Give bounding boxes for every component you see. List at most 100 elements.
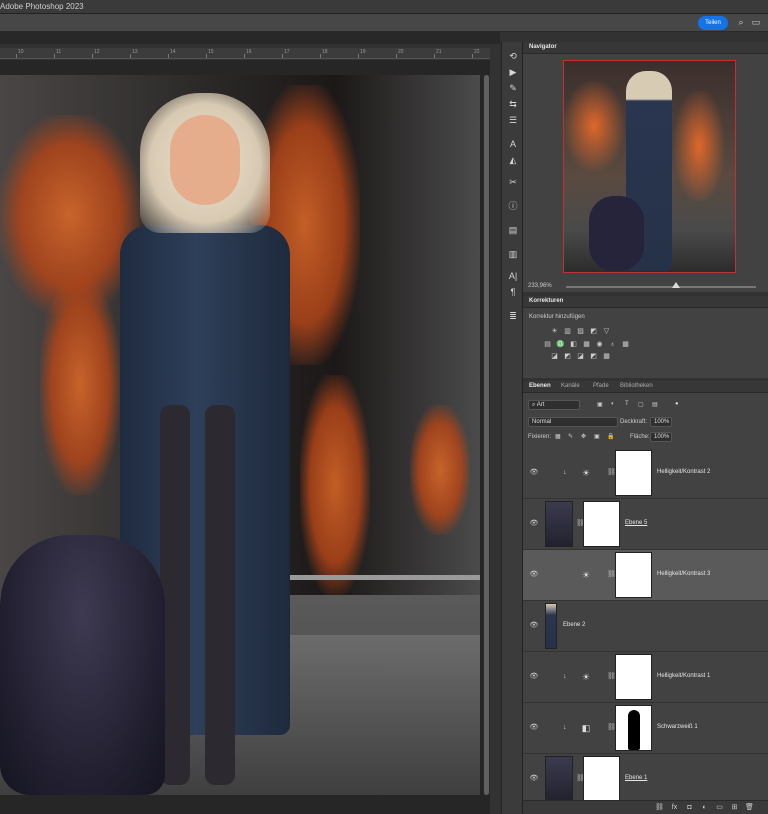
document-canvas[interactable] xyxy=(0,75,480,795)
layer-row[interactable]: 👁 ⛓ Ebene 5 xyxy=(523,499,768,550)
scrollbar-thumb[interactable] xyxy=(484,75,489,795)
layer-row[interactable]: 👁 ↓ ☀ ⛓ Helligkeit/Kontrast 1 xyxy=(523,652,768,703)
zoom-slider-knob[interactable] xyxy=(672,282,680,288)
layer-row[interactable]: 👁 ⛓ Ebene 1 xyxy=(523,754,768,805)
adjustment-preset-icon[interactable]: ▨ xyxy=(576,328,585,336)
chain-link-icon[interactable]: ⛓ xyxy=(576,774,585,784)
layer-name[interactable]: Helligkeit/Kontrast 3 xyxy=(657,571,710,577)
filter-text-icon[interactable]: T xyxy=(625,401,629,407)
layer-comps-icon[interactable]: ≣ xyxy=(507,310,519,322)
adjustment-preset-icon[interactable]: ▦ xyxy=(582,341,591,349)
lock-transparency-icon[interactable]: ▦ xyxy=(555,433,561,440)
paragraph-style-icon[interactable]: ¶ xyxy=(507,286,519,298)
link-icon[interactable]: ⛓ xyxy=(655,803,664,812)
lock-pixels-icon[interactable]: ✎ xyxy=(568,433,573,440)
adjustment-preset-icon[interactable]: ☀ xyxy=(550,328,559,336)
adjustment-preset-icon[interactable]: ◩ xyxy=(563,353,572,361)
info-icon[interactable]: ⓘ xyxy=(507,200,519,212)
tab-ebenen[interactable]: Ebenen xyxy=(529,383,551,389)
visibility-eye-icon[interactable]: 👁 xyxy=(529,724,539,732)
chain-link-icon[interactable]: ⛓ xyxy=(607,723,616,733)
properties-icon[interactable]: ▤ xyxy=(507,224,519,236)
paragraph-icon[interactable]: ☰ xyxy=(507,114,519,126)
adjustment-preset-icon[interactable]: ◪ xyxy=(550,353,559,361)
visibility-eye-icon[interactable]: 👁 xyxy=(529,520,539,528)
visibility-eye-icon[interactable]: 👁 xyxy=(529,673,539,681)
filter-pixel-icon[interactable]: ▣ xyxy=(597,401,603,408)
adjustment-preset-icon[interactable]: ◩ xyxy=(589,353,598,361)
canvas-area[interactable] xyxy=(0,60,490,814)
tab-navigator[interactable]: Navigator xyxy=(529,44,557,50)
filter-shape-icon[interactable]: ▢ xyxy=(638,401,644,408)
lock-position-icon[interactable]: ✥ xyxy=(581,433,586,440)
adjustment-preset-icon[interactable]: ▽ xyxy=(602,328,611,336)
character-icon[interactable]: A xyxy=(507,138,519,150)
trash-icon[interactable]: 🗑 xyxy=(745,803,754,812)
share-button[interactable]: Teilen xyxy=(698,16,728,30)
search-icon[interactable]: ⌕ xyxy=(736,17,746,27)
tab-pfade[interactable]: Pfade xyxy=(593,383,609,389)
layer-mask-thumbnail[interactable] xyxy=(583,756,620,802)
layer-mask-thumbnail[interactable] xyxy=(615,450,652,496)
history-icon[interactable]: ⟲ xyxy=(507,50,519,62)
adjustment-preset-icon[interactable]: ♁ xyxy=(608,341,617,349)
adjustment-preset-icon[interactable]: ▦ xyxy=(602,353,611,361)
visibility-eye-icon[interactable]: 👁 xyxy=(529,571,539,579)
layer-mask-thumbnail[interactable] xyxy=(583,501,620,547)
layer-thumbnail[interactable] xyxy=(545,756,573,802)
layer-mask-thumbnail[interactable] xyxy=(615,705,652,751)
chain-link-icon[interactable]: ⛓ xyxy=(607,672,616,682)
tab-bibliotheken[interactable]: Bibliotheken xyxy=(620,383,653,389)
layer-mask-thumbnail[interactable] xyxy=(615,654,652,700)
adjustment-preset-icon[interactable]: ▤ xyxy=(543,341,552,349)
transform-icon[interactable]: ✂ xyxy=(507,176,519,188)
adjustment-preset-icon[interactable]: ◉ xyxy=(595,341,604,349)
filter-adjustment-icon[interactable]: ◐ xyxy=(611,401,615,407)
window-icon[interactable]: ▭ xyxy=(751,17,761,27)
fill-field[interactable]: 100% xyxy=(650,432,672,442)
visibility-eye-icon[interactable]: 👁 xyxy=(529,469,539,477)
shape-icon[interactable]: ◭ xyxy=(507,154,519,166)
layer-row[interactable]: 👁 ↓ ◧ ⛓ Schwarzweiß 1 xyxy=(523,703,768,754)
lock-artboard-icon[interactable]: ▣ xyxy=(594,433,600,440)
fx-icon[interactable]: fx xyxy=(670,803,679,812)
zoom-level[interactable]: 233,96% xyxy=(528,283,552,289)
new-layer-icon[interactable]: ⊞ xyxy=(730,803,739,812)
layer-thumbnail[interactable] xyxy=(545,501,573,547)
group-icon[interactable]: ▭ xyxy=(715,803,724,812)
blend-mode-select[interactable]: Normal xyxy=(528,417,618,427)
layer-name[interactable]: Helligkeit/Kontrast 1 xyxy=(657,673,710,679)
adjust-icon[interactable]: ⇆ xyxy=(507,98,519,110)
layer-name[interactable]: Schwarzweiß 1 xyxy=(657,724,698,730)
vertical-scrollbar[interactable] xyxy=(483,75,490,795)
visibility-eye-icon[interactable]: 👁 xyxy=(529,775,539,783)
brush-settings-icon[interactable]: ✎ xyxy=(507,82,519,94)
tab-korrekturen[interactable]: Korrekturen xyxy=(529,298,563,304)
chain-link-icon[interactable]: ⛓ xyxy=(607,468,616,478)
layer-name[interactable]: Ebene 5 xyxy=(625,520,647,526)
layer-filter-select[interactable]: ⌕ Art xyxy=(528,400,580,410)
mask-icon[interactable]: ◘ xyxy=(685,803,694,812)
text-icon[interactable]: A| xyxy=(507,270,519,282)
filter-toggle-icon[interactable]: ● xyxy=(675,401,679,407)
layer-mask-thumbnail[interactable] xyxy=(615,552,652,598)
play-icon[interactable]: ▶ xyxy=(507,66,519,78)
layer-row[interactable]: 👁 ↓ ☀ ⛓ Helligkeit/Kontrast 2 xyxy=(523,448,768,499)
layer-thumbnail[interactable] xyxy=(545,603,557,649)
zoom-slider[interactable] xyxy=(566,286,756,288)
adjustment-preset-icon[interactable]: ▦ xyxy=(621,341,630,349)
layer-name[interactable]: Helligkeit/Kontrast 2 xyxy=(657,469,710,475)
tab-kanaele[interactable]: Kanäle xyxy=(561,383,580,389)
adjustment-preset-icon[interactable]: ◧ xyxy=(569,341,578,349)
adjustment-preset-icon[interactable]: ◩ xyxy=(589,328,598,336)
adjustment-preset-icon[interactable]: ◪ xyxy=(576,353,585,361)
chain-link-icon[interactable]: ⛓ xyxy=(576,519,585,529)
adjustment-preset-icon[interactable]: ♎ xyxy=(556,341,565,349)
navigator-preview[interactable] xyxy=(563,60,736,273)
layer-name[interactable]: Ebene 2 xyxy=(563,622,585,628)
layer-row[interactable]: 👁 ☀ ⛓ Helligkeit/Kontrast 3 xyxy=(523,550,768,601)
filter-smart-icon[interactable]: ▤ xyxy=(652,401,658,408)
opacity-field[interactable]: 100% xyxy=(650,417,672,427)
layer-name[interactable]: Ebene 1 xyxy=(625,775,647,781)
layer-row[interactable]: 👁 Ebene 2 xyxy=(523,601,768,652)
